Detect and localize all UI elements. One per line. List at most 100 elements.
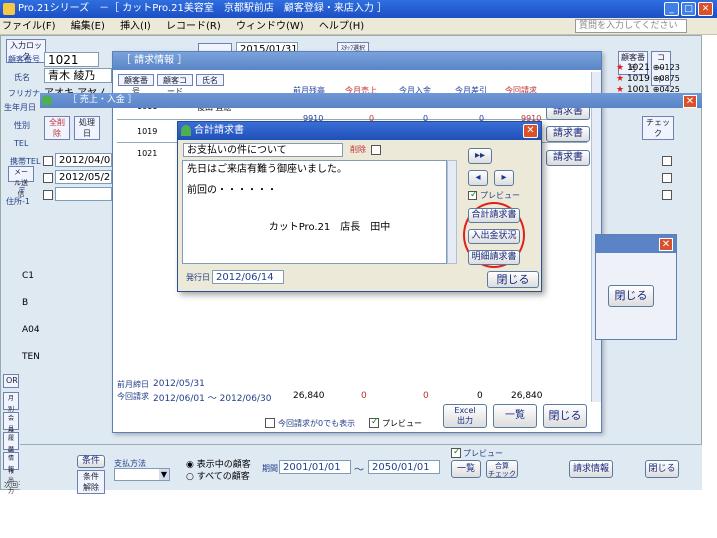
monthly-history-button[interactable]: 月別履歴 [3,392,19,435]
right-list-row-1[interactable]: ★ 1021 ⊕0123 [616,63,680,73]
menu-record[interactable]: レコード(R) [166,21,221,32]
total-diff: 0 [477,391,483,401]
detail-invoice-button[interactable]: 明細請求書 [468,250,520,265]
small-window-close-icon[interactable]: ✕ [659,238,673,251]
customer-id-field[interactable]: 1021 [44,52,99,67]
condition-button[interactable]: 条件 [77,455,105,468]
total-sales: 0 [361,391,367,401]
delete-label: 削除 [350,145,366,154]
row-id: 1021 [137,149,158,158]
period-to-field[interactable]: 2050/01/01 [368,460,440,474]
subject-field[interactable]: お支払いの件について [183,143,343,157]
mail-send-button[interactable]: メール送信 [8,166,34,198]
app-icon [3,3,15,15]
bottom-preview-checkbox[interactable] [451,447,461,458]
signature: カットPro.21 店長 田中 [268,222,391,233]
info-output-button[interactable]: 情報出力 [3,452,19,495]
menu-help[interactable]: ヘルプ(H) [319,21,364,32]
seikyu-preview-checkbox[interactable] [369,417,379,428]
body-line-2: 前回の・・・・・・ [187,185,277,196]
process-date-tag[interactable]: 処理日 [74,116,100,140]
seikyu-list-button[interactable]: 一覧 [493,404,537,428]
prev-close-label: 前月締日 [117,380,149,389]
row-checkbox[interactable] [43,173,53,183]
seikyu-preview-label: プレビュー [382,419,422,428]
customer-id-label: 顧客番号 [8,55,40,64]
birthday-label: 生年月日 [4,103,36,112]
zero-display-checkbox[interactable] [265,418,275,428]
seikyu-title: ［ 請求情報 ］ [121,55,188,66]
member-detail-button[interactable]: 会員詳細 [3,412,19,455]
history-info-button[interactable]: 履歴情報 [3,432,19,475]
sort-id-tab[interactable]: 顧客番号 [118,74,154,96]
customer-name-label: 氏名 [14,73,30,82]
star-icon: ★ [616,63,625,73]
close-window-button[interactable]: ✕ [698,2,713,16]
excel-output-button[interactable]: Excel 出力 [443,404,487,428]
radio-all-customers[interactable]: ○ すべての顧客 [186,469,250,482]
tel-label: TEL [14,139,29,148]
right-list-code: ⊕0875 [652,74,680,83]
period-from-field[interactable]: 2001/01/01 [279,460,351,474]
row-letter-ten: TEN [22,352,40,362]
right-row-checkbox[interactable] [662,173,672,183]
nav-double-button[interactable]: ▸▸ [468,148,492,164]
help-search-input[interactable]: 質問を入力してください [575,19,687,33]
uriage-date-3[interactable] [55,187,112,201]
zip-label: 〒 [18,186,26,195]
uriage-check-button[interactable]: チェック [642,116,674,140]
total-payment: 0 [423,391,429,401]
customer-name-field[interactable]: 青木 綾乃 [44,68,112,83]
total-invoice-button[interactable]: 合計請求書 [468,208,520,223]
row-letter-c1: C1 [22,271,35,281]
minimize-button[interactable]: _ [664,2,679,16]
invoice-info-button[interactable]: 請求情報 [569,460,613,478]
right-row-checkbox[interactable] [662,190,672,200]
aggregate-check-button[interactable]: 合算 チェック [486,460,518,478]
nav-left-button[interactable]: ◂ [468,170,488,186]
dialog-title: 合計請求書 [194,125,244,136]
menu-file[interactable]: ファイル(F) [2,21,56,32]
dialog-titlebar: 合計請求書 [178,122,541,140]
nav-right-button[interactable]: ▸ [494,170,514,186]
bottom-list-button[interactable]: 一覧 [451,460,481,478]
body-line-1: 先日はご来店有難う御座いました。 [187,164,347,175]
row-checkbox[interactable] [43,156,53,166]
star-icon: ★ [616,74,625,84]
issue-date-field[interactable]: 2012/06/14 [212,270,284,284]
uriage-date-2[interactable]: 2012/05/26 [55,170,112,184]
bottom-close-button[interactable]: 閉じる [645,460,679,478]
right-list-row-2[interactable]: ★ 1019 ⊕0875 [616,74,680,84]
delete-all-button[interactable]: 全削除 [44,116,70,140]
this-invoice-range: 2012/06/01 ～ 2012/06/30 [153,394,272,404]
seikyu-close-button[interactable]: 閉じる [543,404,587,428]
sort-name-tab[interactable]: 氏名 [196,74,224,86]
menu-insert[interactable]: 挿入(I) [120,21,151,32]
right-list-code: ⊕0123 [652,63,680,72]
message-body[interactable]: 先日はご来店有難う御座いました。 前回の・・・・・・ カットPro.21 店長 … [182,160,447,264]
uriage-close-icon[interactable]: ✕ [683,95,697,108]
address-label: 住所-1 [6,197,30,206]
small-window-close-button[interactable]: 閉じる [608,285,654,307]
dialog-preview-checkbox[interactable] [468,190,478,200]
or-button[interactable]: OR [3,374,19,388]
inout-status-button[interactable]: 入出金状況 [468,229,520,244]
message-scrollbar[interactable] [447,160,457,264]
dialog-close-icon[interactable]: ✕ [523,124,538,138]
row-checkbox[interactable] [43,190,53,200]
maximize-button[interactable]: □ [681,2,696,16]
dialog-close-button[interactable]: 閉じる [487,271,539,288]
condition-clear-button[interactable]: 条件解除 [77,470,105,494]
right-row-checkbox[interactable] [662,156,672,166]
excel-output-label: Excel 出力 [454,406,476,425]
menu-edit[interactable]: 編集(E) [71,21,105,32]
sort-code-tab[interactable]: 顧客コード [157,74,193,96]
invoice-button[interactable]: 請求書 [546,126,590,142]
uriage-date-1[interactable]: 2012/04/01 [55,153,112,167]
invoice-button[interactable]: 請求書 [546,150,590,166]
menu-window[interactable]: ウィンドウ(W) [236,21,304,32]
delete-checkbox[interactable] [371,145,381,155]
prev-close-date: 2012/05/31 [153,379,205,389]
right-list-id: 1021 [626,63,650,73]
chevron-down-icon[interactable]: ▼ [159,469,169,480]
